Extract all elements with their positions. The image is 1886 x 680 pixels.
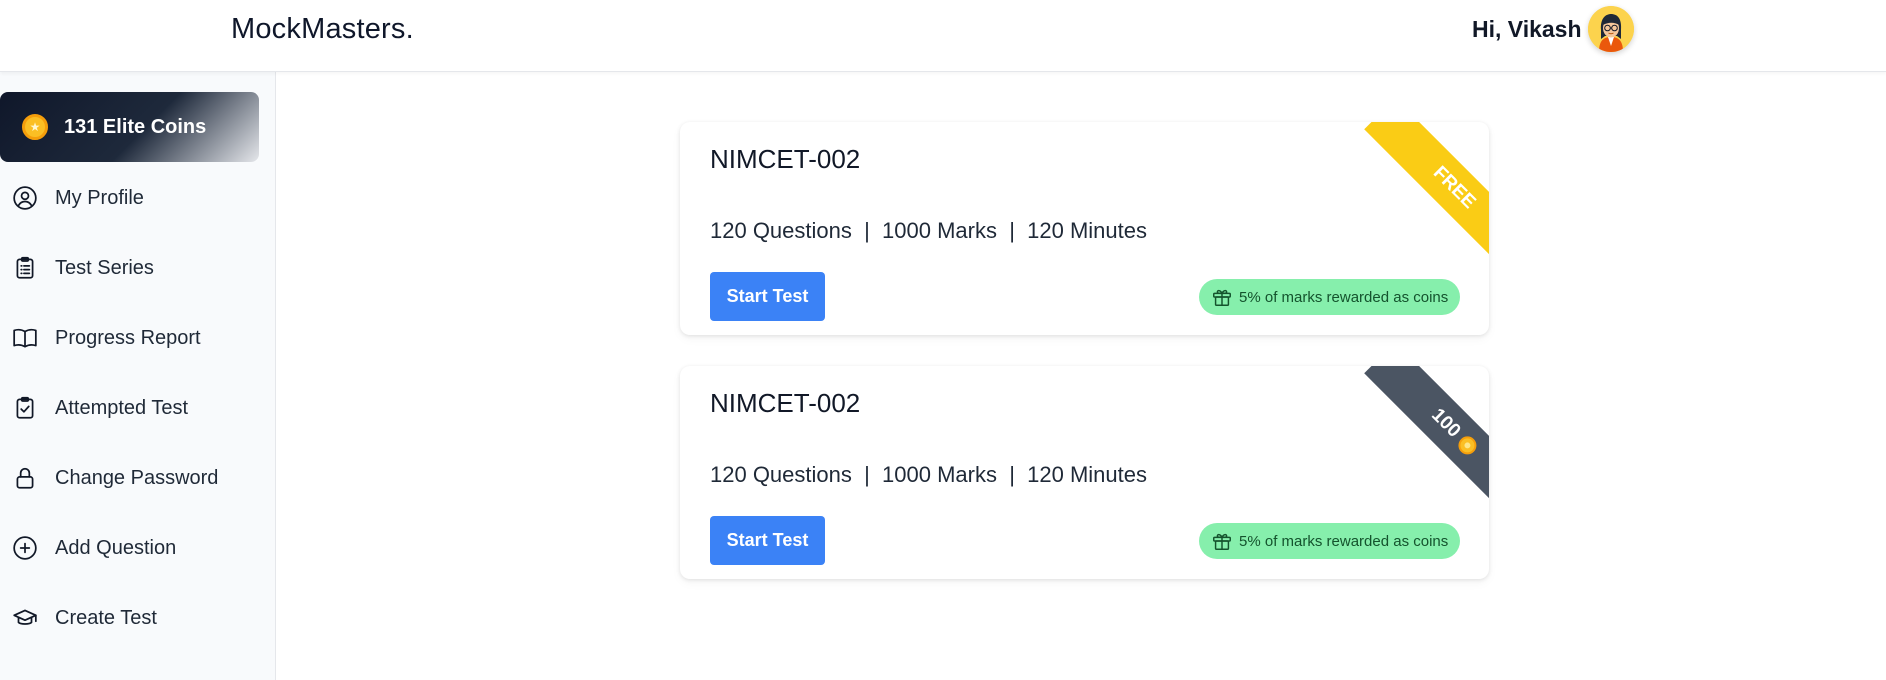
book-open-icon	[13, 328, 37, 348]
coin-icon: ★	[22, 114, 48, 140]
sidebar-item-label: My Profile	[55, 186, 144, 209]
top-header: MockMasters. Hi, Vikash	[0, 0, 1886, 72]
test-card: NIMCET-002 120 Questions | 1000 Marks | …	[680, 122, 1489, 335]
reward-text: 5% of marks rewarded as coins	[1239, 532, 1449, 550]
ribbon-label: FREE	[1429, 162, 1480, 213]
test-details: 120 Questions | 1000 Marks | 120 Minutes	[710, 462, 1147, 487]
elite-coins-card[interactable]: ★ 131 Elite Coins	[0, 92, 259, 162]
avatar-illustration-icon	[1588, 6, 1634, 52]
start-test-button[interactable]: Start Test	[710, 516, 825, 565]
plus-circle-icon	[13, 536, 37, 560]
coin-icon	[1454, 432, 1481, 459]
clipboard-list-icon	[16, 256, 34, 279]
price-ribbon: FREE	[1339, 122, 1489, 272]
test-title: NIMCET-002	[710, 388, 861, 418]
start-test-button[interactable]: Start Test	[710, 272, 825, 321]
reward-text: 5% of marks rewarded as coins	[1239, 288, 1449, 306]
sidebar-item-label: Test Series	[55, 256, 154, 279]
sidebar-item-label: Change Password	[55, 466, 219, 489]
sidebar: ★ 131 Elite Coins My Profile Test Series…	[0, 72, 276, 680]
sidebar-item-attempted-test[interactable]: Attempted Test	[12, 388, 188, 428]
sidebar-item-label: Create Test	[55, 606, 157, 629]
test-details: 120 Questions | 1000 Marks | 120 Minutes	[710, 218, 1147, 243]
elite-coins-label: 131 Elite Coins	[64, 115, 207, 138]
brand-logo[interactable]: MockMasters.	[231, 13, 414, 46]
sidebar-item-label: Progress Report	[55, 326, 201, 349]
free-ribbon: FREE	[1364, 122, 1489, 272]
sidebar-item-create-test[interactable]: Create Test	[12, 598, 157, 638]
sidebar-item-label: Attempted Test	[55, 396, 189, 419]
sidebar-item-progress-report[interactable]: Progress Report	[12, 318, 201, 358]
user-avatar[interactable]	[1588, 6, 1634, 52]
user-greeting: Hi, Vikash	[1472, 16, 1582, 42]
graduation-cap-icon	[13, 609, 37, 625]
user-circle-icon	[13, 186, 37, 210]
gift-icon	[1213, 289, 1231, 306]
clipboard-check-icon	[16, 396, 34, 419]
sidebar-item-my-profile[interactable]: My Profile	[12, 178, 144, 218]
sidebar-item-test-series[interactable]: Test Series	[12, 248, 154, 288]
sidebar-item-change-password[interactable]: Change Password	[12, 458, 218, 498]
reward-badge: 5% of marks rewarded as coins	[1199, 279, 1460, 315]
price-ribbon: 100	[1339, 366, 1489, 516]
coin-price-ribbon: 100	[1364, 366, 1489, 516]
reward-badge: 5% of marks rewarded as coins	[1199, 523, 1460, 559]
sidebar-item-label: Add Question	[55, 536, 177, 559]
lock-icon	[16, 467, 34, 489]
test-title: NIMCET-002	[710, 144, 861, 174]
sidebar-item-add-question[interactable]: Add Question	[12, 528, 176, 568]
ribbon-label: 100	[1427, 404, 1465, 442]
gift-icon	[1213, 533, 1231, 550]
test-card: NIMCET-002 120 Questions | 1000 Marks | …	[680, 366, 1489, 579]
